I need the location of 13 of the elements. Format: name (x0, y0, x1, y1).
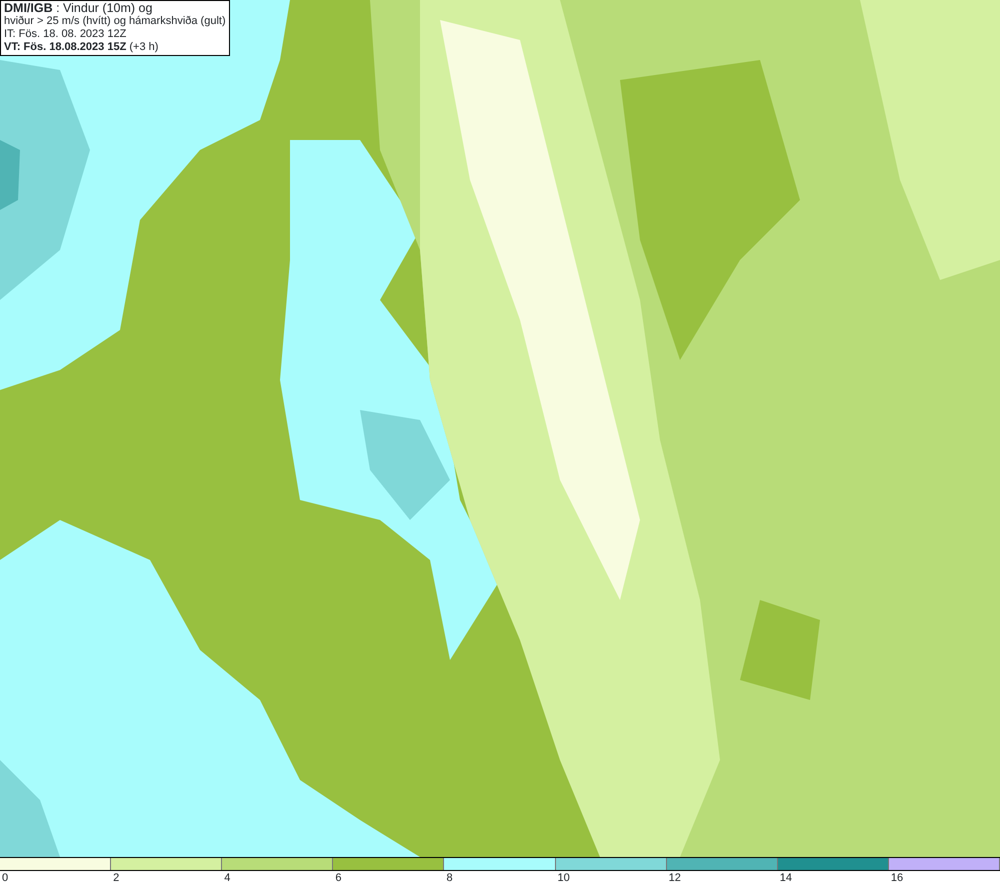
legend-label: 8 (445, 872, 453, 884)
legend-label: 14 (778, 872, 792, 884)
legend-label: 4 (223, 872, 230, 884)
title-line: hviður > 25 m/s (hvítt) og hámarkshviða (gult) (4, 15, 226, 28)
title-line: IT: Fös. 18. 08. 2023 12Z (4, 28, 128, 41)
legend-label: 10 (556, 872, 570, 884)
title-line: DMI/IGB : Vindur (10m) og (4, 2, 154, 15)
legend-label: 12 (668, 872, 681, 884)
legend-label: 0 (1, 872, 8, 884)
legend-label: 2 (112, 872, 120, 884)
legend-label: 6 (334, 872, 342, 884)
title-line: VT: Fös. 18.08.2023 15Z (+3 h) (4, 41, 160, 54)
legend-label: 16 (890, 872, 904, 884)
